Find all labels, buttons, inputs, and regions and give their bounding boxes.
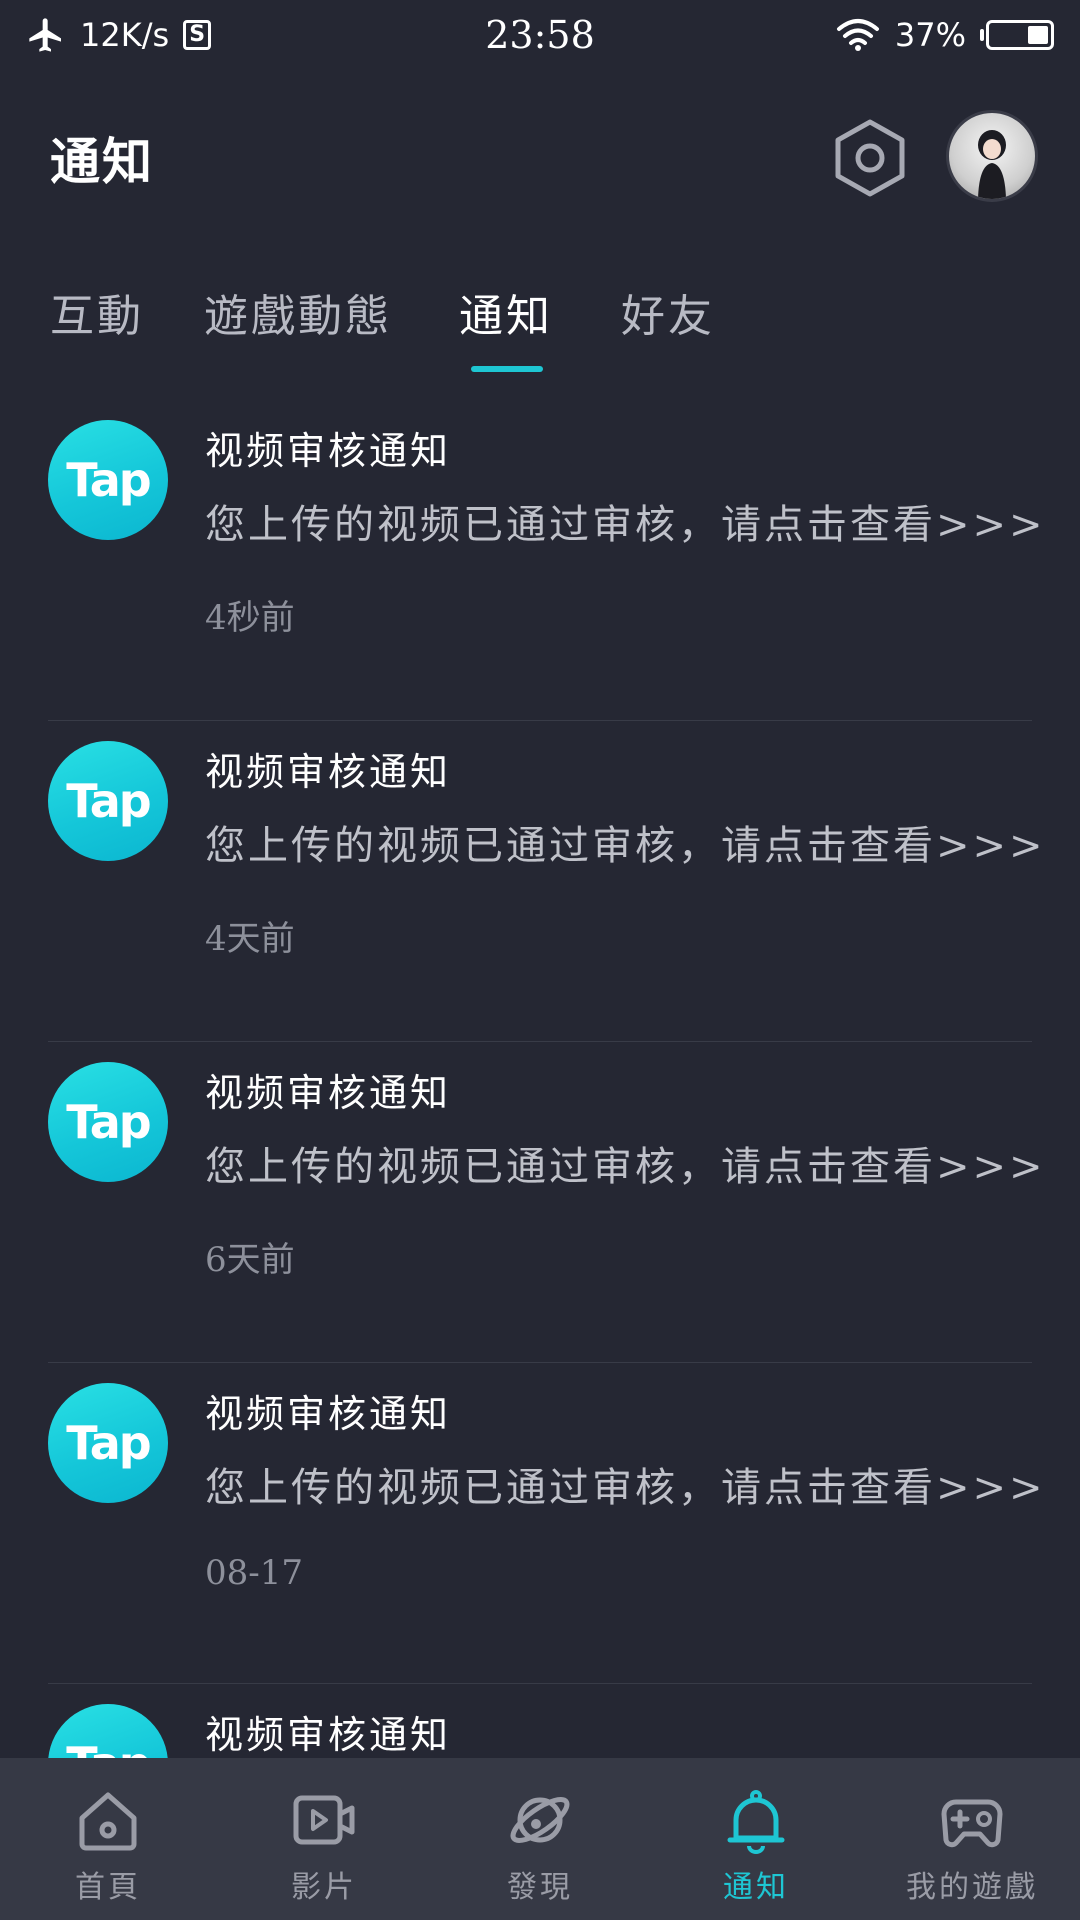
bottom-nav: 首頁 影片 發現 通知 我的遊戲 bbox=[0, 1758, 1080, 1920]
notification-time: 6天前 bbox=[205, 1240, 295, 1280]
logo-text: Tap bbox=[66, 1416, 151, 1470]
tab-bar: 互動 遊戲動態 通知 好友 bbox=[0, 270, 1080, 380]
planet-icon bbox=[510, 1797, 570, 1843]
home-icon bbox=[79, 1792, 137, 1851]
gamepad-icon bbox=[941, 1799, 1003, 1848]
avatar-image bbox=[978, 130, 1006, 199]
notification-item[interactable]: Tap 视频审核通知 您上传的视频已通过审核，请点击查看>>> 4秒前 bbox=[0, 400, 1080, 721]
sim-icon: S bbox=[183, 20, 212, 50]
notification-body[interactable]: 您上传的视频已通过审核，请点击查看>>> bbox=[205, 813, 1046, 871]
nav-video[interactable]: 影片 bbox=[216, 1758, 432, 1920]
tap-logo-icon: Tap bbox=[48, 1062, 168, 1182]
video-icon bbox=[293, 1795, 355, 1845]
notification-body[interactable]: 您上传的视频已通过审核，请点击查看>>> bbox=[205, 1134, 1046, 1192]
tab-interaction[interactable]: 互動 bbox=[50, 280, 144, 344]
airplane-mode-icon bbox=[29, 18, 61, 52]
battery-percent: 37% bbox=[894, 16, 966, 54]
status-right: 37% bbox=[835, 16, 1054, 54]
logo-text: Tap bbox=[66, 453, 151, 507]
notification-body[interactable]: 您上传的视频已通过审核，请点击查看>>> bbox=[205, 492, 1046, 550]
tab-active-indicator bbox=[471, 366, 543, 372]
notification-time: 4秒前 bbox=[205, 598, 295, 638]
notification-title: 视频审核通知 bbox=[205, 429, 452, 473]
status-bar: 12K/s S 23:58 37% bbox=[0, 0, 1080, 70]
nav-notifications[interactable]: 通知 bbox=[648, 1758, 864, 1920]
tab-game-updates[interactable]: 遊戲動態 bbox=[204, 280, 392, 344]
tab-friends[interactable]: 好友 bbox=[621, 280, 715, 344]
logo-text: Tap bbox=[66, 774, 151, 828]
notification-item[interactable]: Tap 视频审核通知 您上传的视频已通过审核，请点击查看>>> 6天前 bbox=[0, 1042, 1080, 1363]
nav-label: 我的遊戲 bbox=[906, 1870, 1038, 1905]
tap-logo-icon: Tap bbox=[48, 420, 168, 540]
settings-hex-icon bbox=[835, 119, 905, 197]
bell-icon bbox=[727, 1790, 785, 1854]
nav-home[interactable]: 首頁 bbox=[0, 1758, 216, 1920]
network-speed: 12K/s bbox=[80, 16, 170, 54]
notification-title: 视频审核通知 bbox=[205, 1713, 452, 1757]
notification-time: 4天前 bbox=[205, 919, 295, 959]
avatar[interactable] bbox=[946, 110, 1038, 202]
notification-item[interactable]: Tap 视频审核通知 您上传的视频已通过审核，请点击查看>>> 08-17 bbox=[0, 1363, 1080, 1684]
notification-time: 08-17 bbox=[205, 1553, 304, 1593]
nav-label: 發現 bbox=[507, 1870, 573, 1905]
tap-logo-icon: Tap bbox=[48, 1383, 168, 1503]
notification-title: 视频审核通知 bbox=[205, 1392, 452, 1436]
logo-text: Tap bbox=[66, 1095, 151, 1149]
nav-label: 通知 bbox=[723, 1870, 789, 1905]
screen: 12K/s S 23:58 37% 通知 互動 遊戲動態 通知 好友 Tap 视… bbox=[0, 0, 1080, 1920]
status-left: 12K/s S bbox=[26, 15, 212, 55]
nav-label: 首頁 bbox=[75, 1870, 141, 1905]
page-title: 通知 bbox=[50, 132, 154, 191]
notification-title: 视频审核通知 bbox=[205, 750, 452, 794]
notification-item[interactable]: Tap 视频审核通知 您上传的视频已通过审核，请点击查看>>> 4天前 bbox=[0, 721, 1080, 1042]
battery-icon bbox=[986, 20, 1054, 50]
tab-notifications[interactable]: 通知 bbox=[459, 280, 553, 344]
wifi-icon bbox=[836, 19, 879, 51]
nav-label: 影片 bbox=[291, 1870, 357, 1905]
notification-body[interactable]: 您上传的视频已通过审核，请点击查看>>> bbox=[205, 1455, 1046, 1513]
battery-nub bbox=[980, 29, 984, 41]
settings-button[interactable] bbox=[830, 118, 910, 198]
notification-list: Tap 视频审核通知 您上传的视频已通过审核，请点击查看>>> 4秒前 Tap … bbox=[0, 400, 1080, 1920]
nav-discover[interactable]: 發現 bbox=[432, 1758, 648, 1920]
tap-logo-icon: Tap bbox=[48, 741, 168, 861]
header: 通知 bbox=[0, 100, 1080, 210]
nav-my-games[interactable]: 我的遊戲 bbox=[864, 1758, 1080, 1920]
notification-title: 视频审核通知 bbox=[205, 1071, 452, 1115]
